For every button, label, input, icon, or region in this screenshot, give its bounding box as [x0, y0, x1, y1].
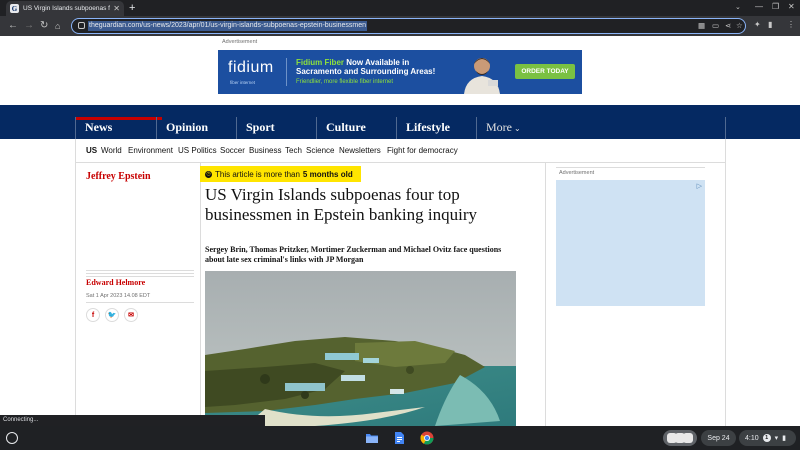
subnav-item-world[interactable]: World: [101, 146, 122, 155]
pillar-opinion[interactable]: Opinion: [156, 117, 236, 139]
banner-headline-line2: Sacramento and Surrounding Areas!: [296, 67, 436, 76]
content-rule-right: [545, 163, 546, 426]
clock-icon: ◷: [205, 170, 212, 178]
age-value: 5 months old: [302, 169, 353, 179]
more-label: More: [486, 120, 512, 134]
content-rule-left: [200, 163, 201, 426]
pillar-nav: News Opinion Sport Culture Lifestyle Mor…: [75, 117, 726, 139]
banner-brand: Fidium Fiber: [296, 58, 344, 67]
right-ad-slot[interactable]: ▷: [556, 180, 705, 306]
facebook-share-icon[interactable]: f: [86, 308, 100, 322]
extensions-icon[interactable]: ✦: [754, 20, 761, 30]
article-dateline: Sat 1 Apr 2023 14.08 EDT: [86, 293, 151, 299]
pillar-culture[interactable]: Culture: [316, 117, 396, 139]
order-today-button[interactable]: ORDER TODAY: [515, 64, 575, 79]
right-column-rule: [725, 163, 726, 426]
subnav-item-science[interactable]: Science: [306, 146, 334, 155]
fidium-banner-ad[interactable]: fidium fiber internet Fidium Fiber Now A…: [218, 50, 582, 94]
status-tray[interactable]: 4:10 1 ▾ ▮: [739, 430, 796, 446]
subnav-item-soccer[interactable]: Soccer: [220, 146, 245, 155]
home-icon[interactable]: ⌂: [55, 19, 60, 33]
date-tray[interactable]: Sep 24: [701, 430, 736, 446]
age-prefix: This article is more than: [215, 169, 300, 179]
pillar-sport[interactable]: Sport: [236, 117, 316, 139]
fidium-logo: fidium: [228, 59, 274, 76]
browser-tab[interactable]: G US Virgin Islands subpoenas fou ✕: [6, 1, 124, 16]
right-ad-rule: [556, 167, 705, 168]
banner-headline-rest: Now Available in: [344, 58, 410, 67]
side-panel-icon[interactable]: ▮: [768, 20, 772, 30]
site-info-icon[interactable]: [78, 22, 85, 29]
back-icon[interactable]: ←: [8, 19, 18, 33]
tab-search-icon[interactable]: ⌄: [735, 3, 741, 11]
files-app-icon[interactable]: [365, 431, 379, 445]
address-bar[interactable]: theguardian.com/us-news/2023/apr/01/us-v…: [71, 18, 746, 34]
subnav-item-newsletters[interactable]: Newsletters: [339, 146, 381, 155]
qr-code-icon[interactable]: ▦: [698, 21, 705, 31]
article-age-warning: ◷ This article is more than 5 months old: [200, 166, 361, 182]
ad-label-top: Advertisement: [222, 39, 258, 45]
forward-icon[interactable]: →: [24, 19, 34, 33]
window-close-icon[interactable]: ✕: [788, 2, 795, 12]
email-share-icon[interactable]: ✉: [124, 308, 138, 322]
os-shelf: Sep 24 4:10 1 ▾ ▮: [0, 426, 800, 450]
pillar-lifestyle[interactable]: Lifestyle: [396, 117, 476, 139]
docs-app-icon[interactable]: [392, 431, 406, 445]
banner-person-image: [458, 52, 506, 94]
section-label[interactable]: Jeffrey Epstein: [86, 171, 151, 182]
guardian-favicon-icon: G: [10, 4, 19, 13]
reload-icon[interactable]: ↻: [40, 19, 48, 33]
chevron-down-icon: ⌄: [512, 124, 521, 133]
fidium-logo-sub: fiber internet: [230, 80, 256, 85]
left-column-rule: [75, 163, 76, 426]
clock-time: 4:10: [745, 434, 759, 442]
minimize-icon[interactable]: —: [755, 2, 763, 12]
article-standfirst: Sergey Brin, Thomas Pritzker, Mortimer Z…: [205, 245, 502, 264]
twitter-share-icon[interactable]: 🐦: [105, 308, 119, 322]
browser-tab-strip: G US Virgin Islands subpoenas fou ✕ + ⌄ …: [0, 0, 800, 16]
subnav-item-business[interactable]: Business: [249, 146, 281, 155]
guardian-nav: News Opinion Sport Culture Lifestyle Mor…: [0, 105, 800, 139]
pillar-news[interactable]: News: [76, 117, 162, 139]
article-headline: US Virgin Islands subpoenas four top bus…: [205, 185, 477, 224]
thumbnail-3: [683, 433, 693, 443]
new-tab-icon[interactable]: +: [129, 1, 135, 15]
subnav-item-environment[interactable]: Environment: [128, 146, 173, 155]
subnav-item-us[interactable]: US: [86, 146, 97, 155]
sub-nav: US World Environment US Politics Soccer …: [75, 139, 726, 163]
adchoices-icon[interactable]: ▷: [697, 182, 702, 190]
holding-space-thumbnails[interactable]: [663, 430, 697, 446]
ad-label-right: Advertisement: [559, 170, 595, 176]
menu-kebab-icon[interactable]: ⋮: [787, 20, 795, 30]
wifi-icon: ▾: [774, 435, 779, 442]
dotted-divider: [86, 270, 194, 277]
share-divider: [86, 302, 194, 303]
subnav-item-us-politics[interactable]: US Politics: [178, 146, 217, 155]
browser-toolbar: ← → ↻ ⌂ theguardian.com/us-news/2023/apr…: [0, 16, 800, 36]
launcher-icon[interactable]: [6, 432, 18, 444]
restore-icon[interactable]: ❐: [772, 2, 779, 12]
web-page: Advertisement fidium fiber internet Fidi…: [0, 36, 800, 426]
article-byline[interactable]: Edward Helmore: [86, 278, 145, 287]
tab-close-icon[interactable]: ✕: [113, 4, 120, 13]
battery-icon: ▮: [782, 435, 786, 442]
island-aerial-photo: [205, 271, 516, 426]
cast-icon[interactable]: ▭: [712, 21, 719, 31]
url-text[interactable]: theguardian.com/us-news/2023/apr/01/us-v…: [88, 21, 368, 31]
share-icon[interactable]: ⋖: [725, 21, 731, 31]
notification-count-badge: 1: [762, 434, 771, 442]
chrome-app-icon[interactable]: [420, 431, 434, 445]
banner-divider: [286, 58, 287, 86]
status-bubble: Connecting...: [0, 415, 265, 426]
tab-title: US Virgin Islands subpoenas fou: [23, 5, 111, 12]
subnav-item-tech[interactable]: Tech: [285, 146, 302, 155]
banner-subline: Friendlier, more flexible fiber internet: [296, 79, 394, 85]
pillar-more[interactable]: More ⌄: [476, 117, 546, 139]
subnav-item-fight-for-democracy[interactable]: Fight for democracy: [387, 146, 458, 155]
bookmark-star-icon[interactable]: ☆: [736, 21, 743, 31]
